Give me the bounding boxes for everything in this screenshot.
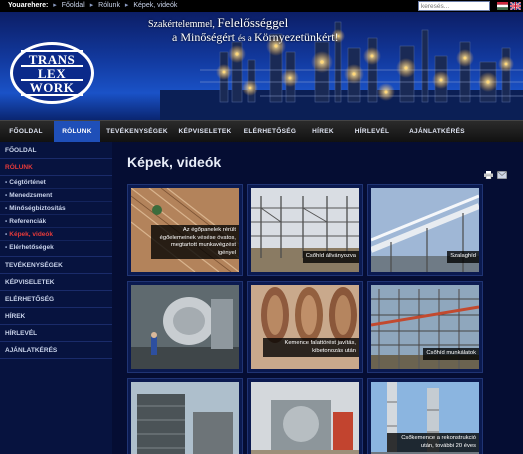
sidebar-subitem-label: Elérhetőségek: [9, 244, 54, 251]
slogan-line-2: a Minőségért és a Környezetünkért!: [136, 29, 396, 45]
hungarian-flag-icon[interactable]: [497, 2, 508, 10]
gallery-caption: Az égőpanelek rérült égőelemeinek vésése…: [151, 225, 239, 259]
slogan-line-1: Szakértelemmel, Felelősséggel: [136, 15, 396, 31]
bullet-icon: •: [5, 231, 8, 238]
slogan-text: Szakértelemmel,: [148, 19, 218, 30]
sidebar-item-activities[interactable]: TEVÉKENYSÉGEK: [0, 257, 112, 274]
gallery-thumbnail[interactable]: Az égőpanelek rérült égőelemeinek vésése…: [127, 184, 243, 276]
sidebar-item-quote-request[interactable]: AJÁNLATKÉRÉS: [0, 342, 112, 359]
page: Youarehere: ▸ Főoldal ▸ Rólunk ▸ Képek, …: [0, 0, 523, 454]
slogan-text-emphasis: Felelősséggel: [217, 15, 289, 30]
header-banner: TRANS LEX WORK Szakértelemmel, Felelőssé…: [0, 12, 523, 120]
sidebar-item-newsletter[interactable]: HÍRLEVÉL: [0, 325, 112, 342]
gallery-caption: Csőkemence a rekonstrukció után, további…: [387, 433, 479, 452]
sidebar-subitem-references[interactable]: • Referenciák: [0, 215, 112, 228]
logo-rule: [21, 94, 83, 96]
caption-line: Kemence falattörést javítás,: [284, 340, 356, 346]
breadcrumb-separator: ▸: [124, 2, 129, 9]
slogan-text: a Minőségért: [172, 29, 238, 44]
bullet-icon: •: [5, 179, 8, 186]
sidebar-subitem-label: Képek, videók: [9, 231, 53, 238]
gallery-thumbnail[interactable]: Csőhíd munkálatok: [367, 281, 483, 373]
caption-line: Az égőpanelek rérült: [182, 227, 236, 233]
sidebar-item-representations[interactable]: KÉPVISELETEK: [0, 274, 112, 291]
sidebar-subitem-label: Cégtörténet: [9, 179, 46, 186]
gallery-caption: Csőhíd munkálatok: [423, 348, 479, 360]
nav-item-representations[interactable]: KÉPVISELETEK: [172, 121, 238, 143]
slogan: Szakértelemmel, Felelősséggel a Minőségé…: [136, 15, 396, 45]
slogan-text-small: és a: [237, 32, 254, 43]
caption-line: Csőkemence a rekonstrukció: [401, 435, 476, 441]
gallery-caption: Kemence falattörést javítás, kibetonozás…: [263, 338, 359, 357]
sidebar-item-contact[interactable]: ELÉRHETŐSÉG: [0, 291, 112, 308]
gallery-photo: [131, 285, 239, 369]
gallery-caption: Csőhíd állványozva: [302, 251, 359, 263]
caption-line: Csőhíd munkálatok: [426, 350, 476, 356]
sidebar-subitem-quality[interactable]: • Minőségbiztosítás: [0, 202, 112, 215]
breadcrumb-link-home[interactable]: Főoldal: [62, 2, 85, 9]
gallery-thumbnail[interactable]: Kemence falattörést javítás, kibetonozás…: [247, 281, 363, 373]
bullet-icon: •: [5, 205, 8, 212]
gallery-thumbnail[interactable]: [127, 378, 243, 454]
gallery-thumbnail[interactable]: [127, 281, 243, 373]
slogan-text: Környezetünkért!: [253, 29, 339, 44]
nav-item-contact[interactable]: ELÉRHETŐSÉG: [240, 121, 300, 143]
main-content: Képek, videók Az égőpanelek rérült égőel…: [112, 142, 523, 454]
top-bar: Youarehere: ▸ Főoldal ▸ Rólunk ▸ Képek, …: [0, 0, 523, 12]
caption-line: égőelemeinek vésése óvatos,: [159, 234, 236, 241]
nav-item-quote-request[interactable]: AJÁNLATKÉRÉS: [402, 121, 472, 143]
caption-line: után, további 20 éves: [420, 442, 476, 449]
caption-line: megtartott munkavégzést igényel: [170, 242, 236, 256]
gallery-caption: Szalaghíd: [447, 251, 479, 263]
gallery-photo: [131, 382, 239, 454]
gallery-thumbnail[interactable]: Csőkemence a rekonstrukció után, további…: [367, 378, 483, 454]
breadcrumb-separator: ▸: [53, 2, 57, 9]
nav-item-about[interactable]: RÓLUNK: [54, 121, 100, 143]
nav-item-newsletter[interactable]: HÍRLEVÉL: [346, 121, 398, 143]
caption-line: Szalaghíd: [450, 253, 476, 259]
print-icon[interactable]: [484, 171, 493, 179]
sidebar-subitem-gallery[interactable]: • Képek, videók: [0, 228, 112, 241]
company-logo[interactable]: TRANS LEX WORK: [10, 42, 94, 104]
english-flag-icon[interactable]: [510, 2, 521, 10]
breadcrumb: Youarehere: ▸ Főoldal ▸ Rólunk ▸ Képek, …: [8, 0, 177, 12]
page-title: Képek, videók: [127, 154, 222, 170]
caption-line: kibetonozás után: [312, 347, 356, 354]
nav-item-home[interactable]: FŐOLDAL: [0, 121, 52, 143]
sidebar: FŐOLDAL RÓLUNK • Cégtörténet • Menedzsment…: [0, 142, 112, 454]
caption-line: Csőhíd állványozva: [305, 253, 356, 259]
nav-item-news[interactable]: HÍREK: [304, 121, 342, 143]
breadcrumb-label: Youarehere:: [8, 2, 49, 9]
breadcrumb-current: Képek, videók: [133, 2, 178, 9]
sidebar-item-news[interactable]: HÍREK: [0, 308, 112, 325]
bullet-icon: •: [5, 192, 8, 199]
search-input[interactable]: [418, 1, 490, 11]
sidebar-subitem-history[interactable]: • Cégtörténet: [0, 176, 112, 189]
gallery-thumbnail[interactable]: [247, 378, 363, 454]
breadcrumb-link-about[interactable]: Rólunk: [98, 2, 120, 9]
bullet-icon: •: [5, 244, 8, 251]
sidebar-subitem-label: Minőségbiztosítás: [9, 205, 66, 212]
bullet-icon: •: [5, 218, 8, 225]
sidebar-item-home[interactable]: FŐOLDAL: [0, 142, 112, 159]
nav-item-activities[interactable]: TEVÉKENYSÉGEK: [102, 121, 172, 143]
gallery-photo: [251, 382, 359, 454]
sidebar-subitem-contacts[interactable]: • Elérhetőségek: [0, 241, 112, 257]
main-nav: FŐOLDAL RÓLUNK TEVÉKENYSÉGEK KÉPVISELETE…: [0, 120, 523, 143]
gallery-thumbnail[interactable]: Szalaghíd: [367, 184, 483, 276]
sidebar-subitem-label: Referenciák: [9, 218, 47, 225]
email-icon[interactable]: [497, 171, 507, 179]
sidebar-subitem-management[interactable]: • Menedzsment: [0, 189, 112, 202]
sidebar-subitem-label: Menedzsment: [9, 192, 53, 199]
breadcrumb-separator: ▸: [89, 2, 94, 9]
sidebar-item-about[interactable]: RÓLUNK: [0, 159, 112, 176]
gallery-thumbnail[interactable]: Csőhíd állványozva: [247, 184, 363, 276]
